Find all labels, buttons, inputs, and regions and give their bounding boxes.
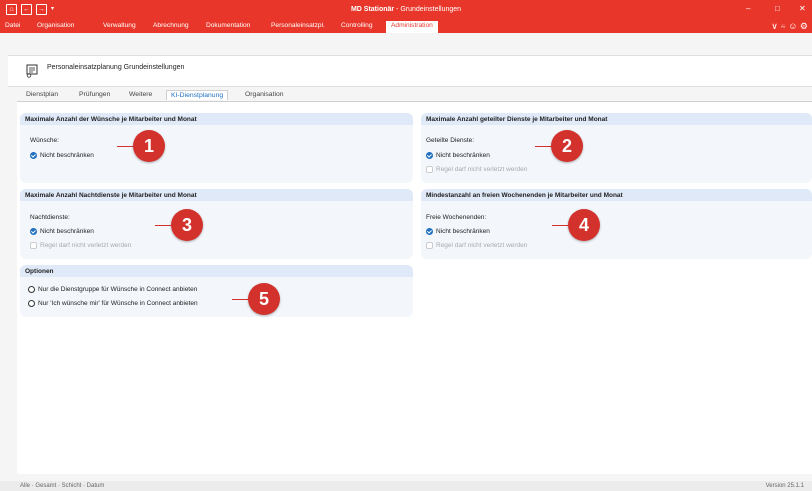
panel-night-shifts: Maximale Anzahl Nachtdienste je Mitarbei… bbox=[20, 189, 413, 259]
marker-badge: 1 bbox=[133, 130, 165, 162]
menu-item-datei[interactable]: Datei bbox=[5, 22, 20, 29]
tab-dienstplan[interactable]: Dienstplan bbox=[26, 91, 58, 98]
menu-item-verwaltung[interactable]: Verwaltung bbox=[103, 22, 136, 29]
night-shifts-strict-label: Regel darf nicht verletzt werden bbox=[40, 242, 132, 249]
close-button[interactable]: ✕ bbox=[799, 4, 806, 13]
title-bar: ⌂ ← → ▾ MD Stationär - Grundeinstellunge… bbox=[0, 0, 812, 20]
checkbox-empty-icon bbox=[426, 166, 433, 173]
panel-wishes: Maximale Anzahl der Wünsche je Mitarbeit… bbox=[20, 113, 413, 183]
status-left: Alle · Gesamt · Schicht · Datum bbox=[20, 483, 105, 489]
wishes-unlimited-checkbox[interactable]: Nicht beschränken bbox=[30, 152, 94, 159]
menu-bar: Datei Organisation Verwaltung Abrechnung… bbox=[0, 20, 812, 33]
menu-item-dokumentation[interactable]: Dokumentation bbox=[206, 22, 250, 29]
split-shifts-unlimited-label: Nicht beschränken bbox=[436, 152, 490, 159]
wishes-label: Wünsche: bbox=[30, 137, 59, 144]
tab-weitere[interactable]: Weitere bbox=[129, 91, 152, 98]
free-weekends-label: Freie Wochenenden: bbox=[426, 214, 487, 221]
page-title: Personaleinsatzplanung Grundeinstellunge… bbox=[47, 64, 185, 71]
marker-badge: 4 bbox=[568, 209, 600, 241]
marker-badge: 5 bbox=[248, 283, 280, 315]
option-ich-wuensche-radio[interactable]: Nur 'Ich wünsche mir' für Wünsche in Con… bbox=[28, 300, 198, 307]
tab-pruefungen[interactable]: Prüfungen bbox=[79, 91, 110, 98]
radio-icon bbox=[28, 300, 35, 307]
menu-item-personaleinsatzpl[interactable]: Personaleinsatzpl. bbox=[271, 22, 325, 29]
panel-wishes-title: Maximale Anzahl der Wünsche je Mitarbeit… bbox=[20, 113, 413, 125]
marker-line bbox=[535, 145, 551, 147]
annotation-marker-3: 3 bbox=[155, 209, 203, 241]
marker-badge: 3 bbox=[171, 209, 203, 241]
free-weekends-strict-checkbox[interactable]: Regel darf nicht verletzt werden bbox=[426, 242, 527, 249]
check-icon bbox=[30, 152, 37, 159]
panel-options: Optionen Nur die Dienstgruppe für Wünsch… bbox=[20, 265, 413, 317]
checkbox-empty-icon bbox=[426, 242, 433, 249]
maximize-button[interactable]: □ bbox=[775, 4, 780, 13]
split-shifts-strict-label: Regel darf nicht verletzt werden bbox=[436, 166, 528, 173]
menu-right-icons[interactable]: ∨ ⍨ ☺ ⚙ bbox=[771, 21, 808, 32]
checkbox-empty-icon bbox=[30, 242, 37, 249]
free-weekends-strict-label: Regel darf nicht verletzt werden bbox=[436, 242, 528, 249]
menu-item-administration[interactable]: Administration bbox=[386, 21, 438, 33]
menu-item-controlling[interactable]: Controlling bbox=[341, 22, 373, 29]
tab-ki-dienstplanung[interactable]: KI-Dienstplanung bbox=[166, 90, 229, 100]
minimize-button[interactable]: – bbox=[746, 4, 750, 13]
option-dienstgruppe-radio[interactable]: Nur die Dienstgruppe für Wünsche in Conn… bbox=[28, 286, 197, 293]
marker-badge: 2 bbox=[551, 130, 583, 162]
page-header: Personaleinsatzplanung Grundeinstellunge… bbox=[8, 55, 812, 87]
status-bar: Alle · Gesamt · Schicht · Datum Version … bbox=[0, 481, 812, 491]
marker-line bbox=[552, 224, 568, 226]
annotation-marker-1: 1 bbox=[117, 130, 165, 162]
menu-item-abrechnung[interactable]: Abrechnung bbox=[153, 22, 189, 29]
night-shifts-label: Nachtdienste: bbox=[30, 214, 70, 221]
option-ich-wuensche-label: Nur 'Ich wünsche mir' für Wünsche in Con… bbox=[38, 300, 198, 307]
tab-organisation[interactable]: Organisation bbox=[245, 91, 284, 98]
marker-line bbox=[155, 224, 171, 226]
window-title-rest: - Grundeinstellungen bbox=[394, 6, 462, 13]
panel-free-weekends-title: Mindestanzahl an freien Wochenenden je M… bbox=[421, 189, 812, 201]
panel-options-title: Optionen bbox=[20, 265, 413, 277]
option-dienstgruppe-label: Nur die Dienstgruppe für Wünsche in Conn… bbox=[38, 286, 198, 293]
free-weekends-unlimited-checkbox[interactable]: Nicht beschränken bbox=[426, 228, 490, 235]
check-icon bbox=[426, 228, 433, 235]
panel-split-shifts: Maximale Anzahl geteilter Dienste je Mit… bbox=[421, 113, 812, 183]
status-right: Version 25.1.1 bbox=[765, 483, 804, 489]
panel-night-shifts-title: Maximale Anzahl Nachtdienste je Mitarbei… bbox=[20, 189, 413, 201]
annotation-marker-4: 4 bbox=[552, 209, 600, 241]
panel-split-shifts-title: Maximale Anzahl geteilter Dienste je Mit… bbox=[421, 113, 812, 125]
annotation-marker-5: 5 bbox=[232, 283, 280, 315]
split-shifts-strict-checkbox[interactable]: Regel darf nicht verletzt werden bbox=[426, 166, 527, 173]
settings-document-icon bbox=[26, 64, 38, 78]
annotation-marker-2: 2 bbox=[535, 130, 583, 162]
radio-icon bbox=[28, 286, 35, 293]
wishes-unlimited-label: Nicht beschränken bbox=[40, 152, 94, 159]
panel-free-weekends: Mindestanzahl an freien Wochenenden je M… bbox=[421, 189, 812, 259]
night-shifts-unlimited-label: Nicht beschränken bbox=[40, 228, 94, 235]
night-shifts-strict-checkbox[interactable]: Regel darf nicht verletzt werden bbox=[30, 242, 131, 249]
check-icon bbox=[30, 228, 37, 235]
marker-line bbox=[232, 298, 248, 300]
menu-item-organisation[interactable]: Organisation bbox=[37, 22, 74, 29]
split-shifts-label: Geteilte Dienste: bbox=[426, 137, 475, 144]
split-shifts-unlimited-checkbox[interactable]: Nicht beschränken bbox=[426, 152, 490, 159]
window-title: MD Stationär - Grundeinstellungen bbox=[0, 6, 812, 13]
check-icon bbox=[426, 152, 433, 159]
marker-line bbox=[117, 145, 133, 147]
night-shifts-unlimited-checkbox[interactable]: Nicht beschränken bbox=[30, 228, 94, 235]
window-title-app: MD Stationär bbox=[350, 6, 395, 13]
free-weekends-unlimited-label: Nicht beschränken bbox=[436, 228, 490, 235]
